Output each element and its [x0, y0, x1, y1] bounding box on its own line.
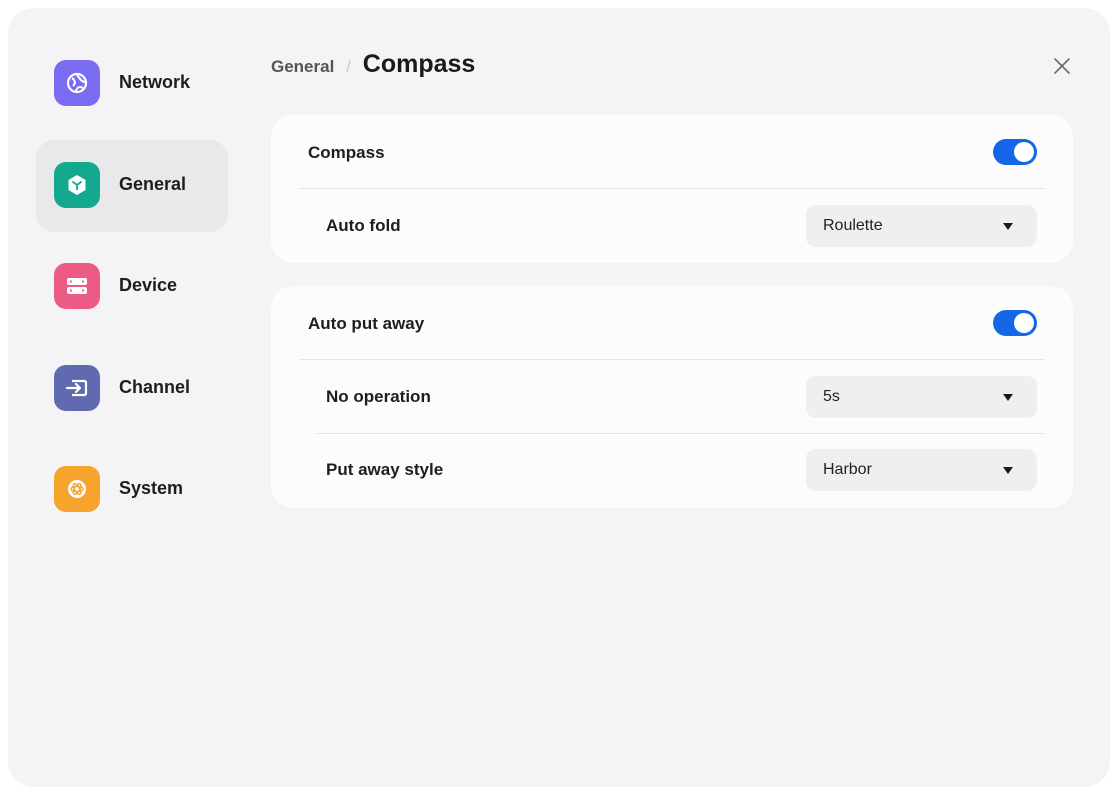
- breadcrumb: General / Compass: [271, 50, 475, 79]
- close-button[interactable]: [1051, 55, 1073, 77]
- toggle-knob: [1014, 313, 1034, 333]
- atom-icon: [54, 466, 100, 512]
- input-arrow-icon: [54, 364, 100, 411]
- globe-icon: [54, 60, 100, 106]
- sidebar-item-label: System: [119, 478, 184, 498]
- cube-icon: [54, 161, 100, 208]
- no-operation-select[interactable]: 5s: [806, 376, 1037, 418]
- put-away-style-row: Put away style Harbor: [271, 432, 1073, 505]
- sidebar-item-label: General: [119, 173, 187, 194]
- caret-down-icon: [1003, 394, 1013, 401]
- auto-fold-value: Roulette: [823, 217, 883, 234]
- compass-toggle[interactable]: [993, 139, 1037, 165]
- put-away-card: Auto put away No operation 5s Put away s…: [271, 286, 1073, 508]
- compass-label: Compass: [308, 143, 385, 162]
- sidebar-item-device[interactable]: Device: [36, 241, 228, 333]
- settings-window: Network General Device Channel System Ge…: [8, 8, 1110, 787]
- page-title: Compass: [362, 50, 476, 78]
- auto-fold-row: Auto fold Roulette: [271, 188, 1073, 261]
- sidebar-item-network[interactable]: Network: [36, 38, 228, 130]
- breadcrumb-separator: /: [346, 59, 351, 76]
- breadcrumb-parent[interactable]: General: [271, 57, 334, 77]
- toggle-knob: [1014, 142, 1034, 162]
- sidebar-item-system[interactable]: System: [36, 444, 228, 536]
- compass-toggle-row: Compass: [271, 115, 1073, 188]
- sidebar-item-channel[interactable]: Channel: [36, 343, 228, 435]
- put-away-toggle[interactable]: [993, 310, 1037, 336]
- server-icon: [54, 263, 100, 309]
- auto-fold-label: Auto fold: [326, 216, 401, 235]
- put-away-label: Auto put away: [308, 314, 425, 333]
- no-operation-value: 5s: [823, 388, 840, 405]
- put-away-style-label: Put away style: [326, 460, 444, 479]
- put-away-style-value: Harbor: [823, 461, 872, 478]
- sidebar-item-label: Channel: [119, 376, 191, 397]
- caret-down-icon: [1003, 223, 1013, 230]
- no-operation-label: No operation: [326, 387, 431, 406]
- sidebar-item-label: Network: [119, 72, 191, 92]
- auto-fold-select[interactable]: Roulette: [806, 205, 1037, 247]
- close-icon: [1054, 58, 1070, 74]
- caret-down-icon: [1003, 467, 1013, 474]
- put-away-toggle-row: Auto put away: [271, 286, 1073, 359]
- compass-card: Compass Auto fold Roulette: [271, 115, 1073, 263]
- put-away-style-select[interactable]: Harbor: [806, 449, 1037, 491]
- sidebar-item-general[interactable]: General: [36, 139, 228, 232]
- no-operation-row: No operation 5s: [271, 359, 1073, 432]
- sidebar-item-label: Device: [119, 275, 178, 295]
- sidebar: Network General Device Channel System: [36, 38, 228, 546]
